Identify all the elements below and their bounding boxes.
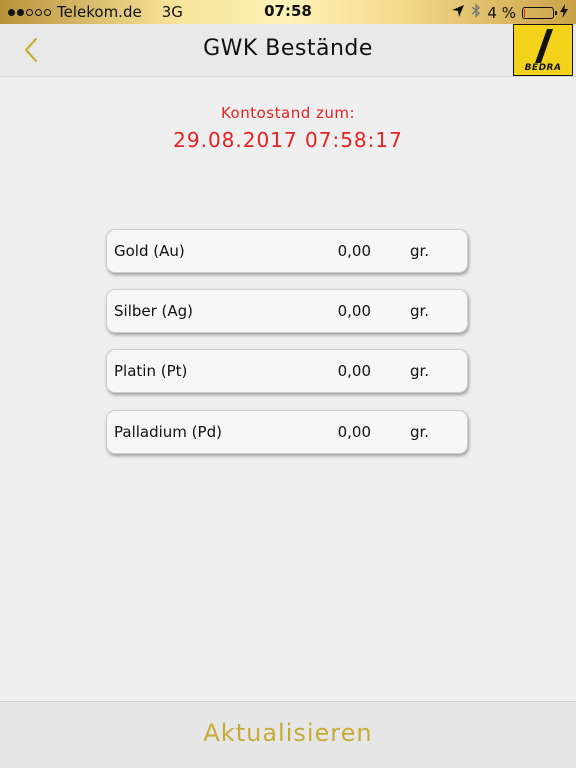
- metal-amount: 0,00: [337, 362, 371, 380]
- metal-unit: gr.: [410, 423, 430, 441]
- balance-datetime: 29.08.2017 07:58:17: [173, 128, 403, 152]
- metal-unit: gr.: [410, 242, 430, 260]
- logo-text: BEDRA: [524, 63, 562, 73]
- metal-amount: 0,00: [337, 302, 371, 320]
- charging-bolt-icon: [560, 3, 568, 22]
- bedra-logo: BEDRA: [513, 24, 573, 76]
- holding-row-palladium[interactable]: Palladium (Pd) 0,00 gr.: [106, 410, 468, 454]
- holdings-list: Gold (Au) 0,00 gr. Silber (Ag) 0,00 gr. …: [106, 229, 468, 470]
- bluetooth-icon: [471, 3, 481, 22]
- battery-percent: 4 %: [487, 3, 516, 22]
- refresh-button[interactable]: Aktualisieren: [0, 719, 576, 747]
- battery-icon: [522, 6, 557, 19]
- metal-name: Silber (Ag): [114, 302, 194, 320]
- page-title: GWK Bestände: [203, 36, 373, 61]
- metal-unit: gr.: [410, 362, 430, 380]
- metal-name: Platin (Pt): [114, 362, 188, 380]
- metal-name: Palladium (Pd): [114, 423, 222, 441]
- holding-row-platinum[interactable]: Platin (Pt) 0,00 gr.: [106, 349, 468, 393]
- navigation-bar: GWK Bestände BEDRA: [0, 24, 576, 77]
- metal-unit: gr.: [410, 302, 430, 320]
- footer-bar: Aktualisieren: [0, 701, 576, 768]
- holding-row-gold[interactable]: Gold (Au) 0,00 gr.: [106, 229, 468, 273]
- location-arrow-icon: [451, 4, 465, 22]
- holding-row-silver[interactable]: Silber (Ag) 0,00 gr.: [106, 289, 468, 333]
- metal-name: Gold (Au): [114, 242, 185, 260]
- status-bar-right: 4 %: [451, 3, 568, 22]
- metal-amount: 0,00: [337, 242, 371, 260]
- status-bar: Telekom.de 3G 07:58 4 %: [0, 0, 576, 24]
- balance-label: Kontostand zum:: [220, 104, 356, 122]
- metal-amount: 0,00: [337, 423, 371, 441]
